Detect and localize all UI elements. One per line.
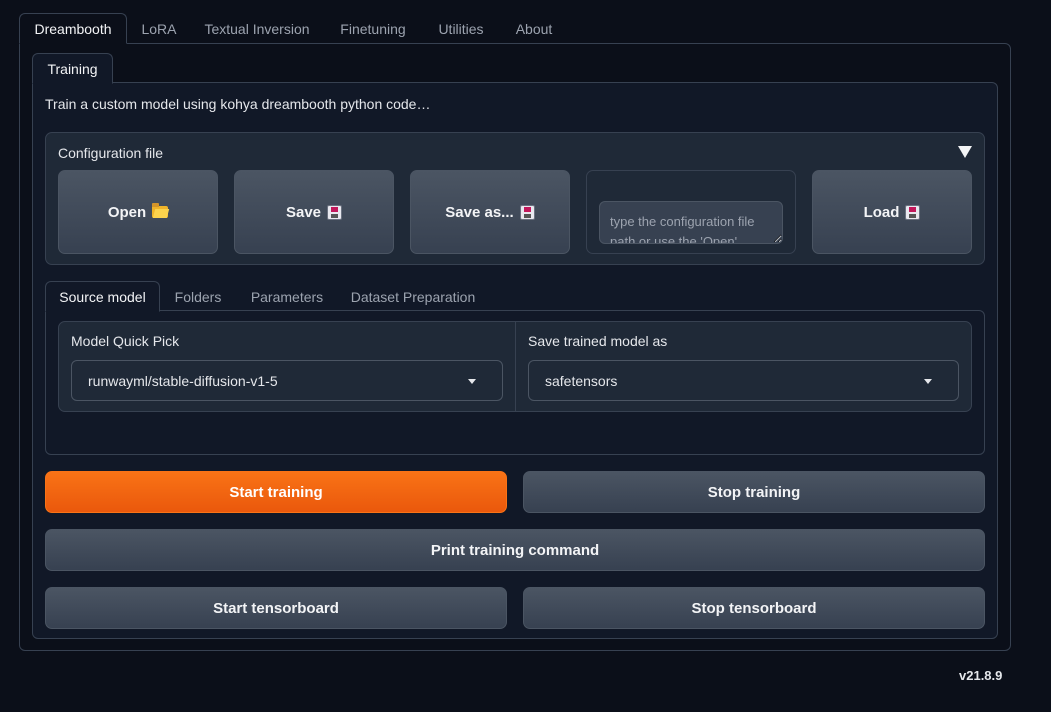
tab-finetuning[interactable]: Finetuning <box>333 13 413 44</box>
save-config-button[interactable]: Save <box>234 170 394 254</box>
chevron-down-icon <box>468 379 476 384</box>
stop-training-button[interactable]: Stop training <box>523 471 985 513</box>
tab-about[interactable]: About <box>508 13 560 44</box>
config-path-input[interactable] <box>599 201 783 244</box>
floppy-disk-icon <box>327 204 343 220</box>
collapse-triangle-icon[interactable] <box>958 146 972 158</box>
save-as-config-button[interactable]: Save as... <box>410 170 570 254</box>
load-config-button[interactable]: Load <box>812 170 972 254</box>
tab-training[interactable]: Training <box>32 53 113 84</box>
config-path-block <box>586 170 796 254</box>
tab-dreambooth[interactable]: Dreambooth <box>19 13 127 44</box>
floppy-disk-icon <box>905 204 921 220</box>
open-label: Open <box>107 203 147 221</box>
model-quick-pick-label: Model Quick Pick <box>71 333 180 349</box>
model-quick-pick-value: runwayml/stable-diffusion-v1-5 <box>88 372 278 389</box>
tab-parameters[interactable]: Parameters <box>246 281 328 312</box>
open-config-button[interactable]: Open <box>58 170 218 254</box>
chevron-down-icon <box>924 379 932 384</box>
version-label: v21.8.9 <box>959 668 1003 683</box>
tab-dataset-preparation[interactable]: Dataset Preparation <box>346 281 480 312</box>
open-folder-icon <box>152 203 169 218</box>
tab-utilities[interactable]: Utilities <box>430 13 492 44</box>
tab-lora[interactable]: LoRA <box>136 13 182 44</box>
floppy-disk-icon <box>519 204 535 220</box>
tab-source-model[interactable]: Source model <box>45 281 160 312</box>
configuration-file-label[interactable]: Configuration file <box>58 145 163 161</box>
save-label: Save <box>285 203 322 221</box>
stop-tensorboard-button[interactable]: Stop tensorboard <box>523 587 985 629</box>
save-trained-model-dropdown[interactable]: safetensors <box>528 360 959 401</box>
row-divider <box>515 322 516 411</box>
model-quick-pick-dropdown[interactable]: runwayml/stable-diffusion-v1-5 <box>71 360 503 401</box>
save-trained-model-label: Save trained model as <box>528 333 668 349</box>
start-tensorboard-button[interactable]: Start tensorboard <box>45 587 507 629</box>
tab-folders[interactable]: Folders <box>168 281 228 312</box>
save-as-label: Save as... <box>445 203 514 221</box>
print-training-command-button[interactable]: Print training command <box>45 529 985 571</box>
tab-textual-inversion[interactable]: Textual Inversion <box>198 13 316 44</box>
save-trained-model-value: safetensors <box>545 372 618 389</box>
start-training-button[interactable]: Start training <box>45 471 507 513</box>
load-label: Load <box>863 203 900 221</box>
page-description: Train a custom model using kohya dreambo… <box>45 96 431 112</box>
